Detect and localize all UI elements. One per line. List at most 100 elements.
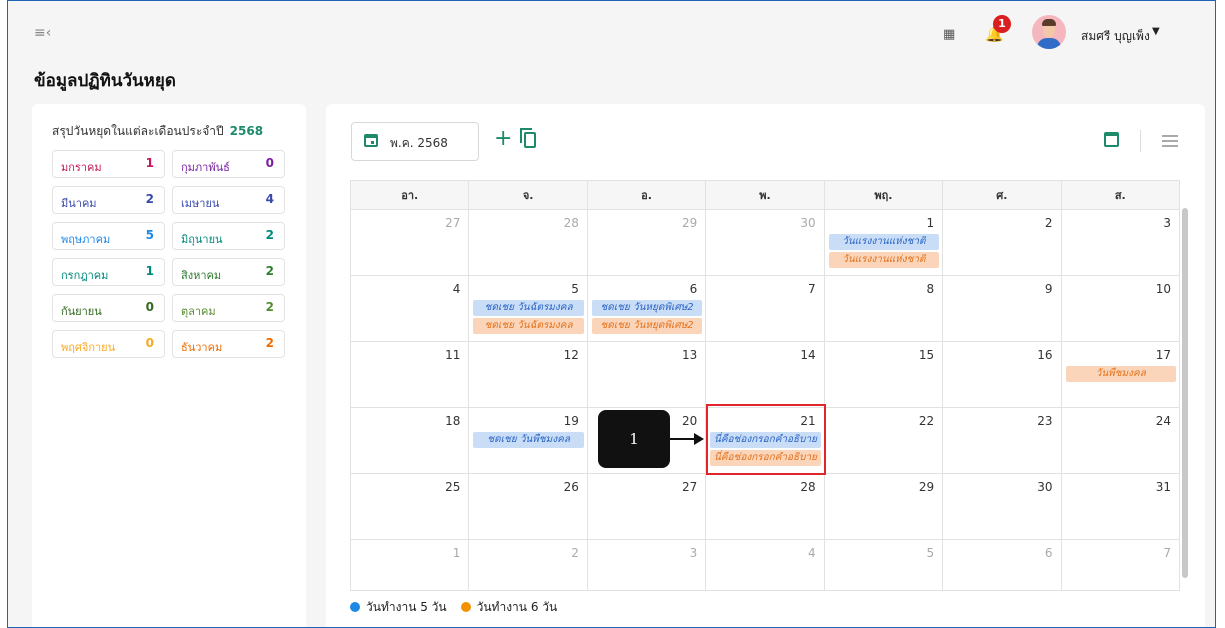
calendar-day-cell[interactable]: 23 xyxy=(942,407,1062,474)
calendar-day-cell[interactable]: 5 ชดเชย วันฉัตรมงคล ชดเชย วันฉัตรมงคล xyxy=(468,275,588,342)
list-view-icon[interactable] xyxy=(1162,135,1178,147)
calendar-day-cell[interactable]: 26 xyxy=(468,473,588,540)
calendar-panel: พ.ค. 2568 + อา. จ. อ. พ. พฤ. ศ. ส. 27 28 29 30 1 วั… xyxy=(326,104,1205,627)
page-title: ข้อมูลปฏิทินวันหยุด xyxy=(34,71,176,91)
month-card[interactable]: มีนาคม 2 xyxy=(52,186,165,214)
calendar-day-cell[interactable]: 14 xyxy=(705,341,825,408)
calendar-day-cell[interactable]: 7 xyxy=(1060,539,1181,591)
day-number: 21 xyxy=(800,414,816,428)
calendar-day-cell[interactable]: 2 xyxy=(468,539,588,591)
calendar-day-cell[interactable]: 17 วันพืชมงคล xyxy=(1060,341,1181,408)
day-number: 2 xyxy=(1044,216,1053,230)
month-card[interactable]: กุมภาพันธ์ 0 xyxy=(172,150,285,178)
calendar-day-cell[interactable]: 28 xyxy=(705,473,825,540)
callout-arrow-line xyxy=(670,438,696,440)
month-card[interactable]: เมษายน 4 xyxy=(172,186,285,214)
holiday-event[interactable]: วันพืชมงคล xyxy=(1065,366,1176,382)
calendar-day-cell[interactable]: 27 xyxy=(349,209,470,276)
month-card[interactable]: มิถุนายน 2 xyxy=(172,222,285,250)
callout-marker: 1 xyxy=(598,410,670,468)
calendar-day-cell[interactable]: 12 xyxy=(468,341,588,408)
calendar-day-cell[interactable]: 6 xyxy=(942,539,1062,591)
calendar-day-cell[interactable]: 3 xyxy=(586,539,707,591)
avatar[interactable] xyxy=(1032,15,1066,49)
day-number: 7 xyxy=(808,282,816,296)
holiday-event[interactable]: นี่คือช่องกรอกคำอธิบาย xyxy=(710,450,821,466)
month-count: 0 xyxy=(145,336,154,350)
calendar-day-cell[interactable]: 18 xyxy=(349,407,470,474)
calendar-day-cell[interactable]: 10 xyxy=(1060,275,1181,342)
calendar-day-cell[interactable]: 24 xyxy=(1060,407,1181,474)
menu-collapse-icon[interactable]: ≡‹ xyxy=(34,25,51,41)
user-name[interactable]: สมศรี บุญเพ็ง xyxy=(1081,27,1150,46)
holiday-event[interactable]: วันแรงงานแห่งชาติ xyxy=(828,234,940,250)
day-number: 29 xyxy=(681,216,698,230)
calendar-day-cell[interactable]: 29 xyxy=(586,209,707,276)
month-card[interactable]: พฤศจิกายน 0 xyxy=(52,330,165,358)
holiday-event[interactable]: ชดเชย วันพืชมงคล xyxy=(473,432,584,448)
calendar-day-cell[interactable]: 4 xyxy=(349,275,470,342)
month-card[interactable]: กรกฎาคม 1 xyxy=(52,258,165,286)
calendar-day-cell[interactable]: 31 xyxy=(1060,473,1181,540)
calendar-day-cell[interactable]: 25 xyxy=(349,473,470,540)
calendar-day-cell[interactable]: 1 xyxy=(349,539,470,591)
calendar-day-cell[interactable]: 5 xyxy=(823,539,944,591)
calendar-day-cell[interactable]: 4 xyxy=(705,539,825,591)
calendar-day-cell[interactable]: 27 xyxy=(586,473,707,540)
holiday-event[interactable]: วันแรงงานแห่งชาติ xyxy=(828,252,940,268)
holiday-event[interactable]: ชดเชย วันฉัตรมงคล xyxy=(473,300,584,316)
month-count: 0 xyxy=(145,300,154,314)
month-count: 1 xyxy=(145,156,154,170)
book-icon[interactable]: ▦ xyxy=(943,28,959,42)
legend-label: วันทำงาน 5 วัน xyxy=(366,600,447,614)
month-card[interactable]: พฤษภาคม 5 xyxy=(52,222,165,250)
day-number: 8 xyxy=(926,282,935,296)
month-name: มกราคม xyxy=(61,161,102,174)
calendar-day-cell[interactable]: 11 xyxy=(349,341,470,408)
holiday-event[interactable]: ชดเชย วันฉัตรมงคล xyxy=(473,318,584,334)
day-number: 12 xyxy=(563,348,579,362)
calendar-scrollbar[interactable] xyxy=(1182,208,1188,578)
calendar-day-cell[interactable]: 30 xyxy=(705,209,825,276)
avatar-hair xyxy=(1042,19,1056,26)
holiday-event[interactable]: ชดเชย วันหยุดพิเศษ2 xyxy=(591,300,703,316)
app-frame: ≡‹ ▦ 🔔 1 สมศรี บุญเพ็ง ▼ ข้อมูลปฏิทินวัน… xyxy=(7,0,1216,628)
calendar-view-icon[interactable] xyxy=(1104,132,1119,147)
day-number: 28 xyxy=(800,480,816,494)
calendar-day-cell[interactable]: 16 xyxy=(942,341,1062,408)
day-number: 10 xyxy=(1155,282,1171,296)
calendar-day-cell[interactable]: 3 xyxy=(1060,209,1181,276)
calendar-day-cell[interactable]: 1 วันแรงงานแห่งชาติ วันแรงงานแห่งชาติ xyxy=(823,209,944,276)
month-card[interactable]: มกราคม 1 xyxy=(52,150,165,178)
calendar-icon xyxy=(364,134,378,147)
calendar-week-row: 4 5 ชดเชย วันฉัตรมงคล ชดเชย วันฉัตรมงคล 6 ชดเ… xyxy=(349,275,1181,342)
month-card[interactable]: ตุลาคม 2 xyxy=(172,294,285,322)
calendar-day-cell[interactable]: 6 ชดเชย วันหยุดพิเศษ2 ชดเชย วันหยุดพิเศษ2 xyxy=(586,275,707,342)
summary-title: สรุปวันหยุดในแต่ละเดือนประจำปี 2568 xyxy=(52,122,263,141)
calendar-day-cell[interactable]: 30 xyxy=(942,473,1062,540)
calendar-day-cell[interactable]: 29 xyxy=(823,473,944,540)
month-card[interactable]: กันยายน 0 xyxy=(52,294,165,322)
holiday-event[interactable]: ชดเชย วันหยุดพิเศษ2 xyxy=(591,318,703,334)
calendar-day-cell[interactable]: 8 xyxy=(823,275,944,342)
calendar-day-cell[interactable]: 15 xyxy=(823,341,944,408)
calendar-day-cell[interactable]: 9 xyxy=(942,275,1062,342)
calendar-day-cell[interactable]: 7 xyxy=(705,275,825,342)
calendar-day-cell[interactable]: 22 xyxy=(823,407,944,474)
month-card[interactable]: ธันวาคม 2 xyxy=(172,330,285,358)
calendar-day-cell[interactable]: 2 xyxy=(942,209,1062,276)
plus-icon[interactable]: + xyxy=(494,128,512,150)
view-divider xyxy=(1140,130,1141,152)
month-card[interactable]: สิงหาคม 2 xyxy=(172,258,285,286)
caret-down-icon[interactable]: ▼ xyxy=(1152,26,1160,37)
calendar-day-cell[interactable]: 13 xyxy=(586,341,707,408)
day-number: 7 xyxy=(1163,546,1171,560)
calendar-day-cell[interactable]: 21 นี่คือช่องกรอกคำอธิบาย นี่คือช่องกรอกคำ… xyxy=(705,407,825,474)
month-picker[interactable]: พ.ค. 2568 xyxy=(351,122,479,161)
calendar-day-cell[interactable]: 19 ชดเชย วันพืชมงคล xyxy=(468,407,588,474)
calendar-day-cell[interactable]: 28 xyxy=(468,209,588,276)
copy-icon[interactable] xyxy=(520,128,536,148)
month-count: 2 xyxy=(145,192,154,206)
month-name: กรกฎาคม xyxy=(61,269,109,282)
holiday-event[interactable]: นี่คือช่องกรอกคำอธิบาย xyxy=(710,432,821,448)
